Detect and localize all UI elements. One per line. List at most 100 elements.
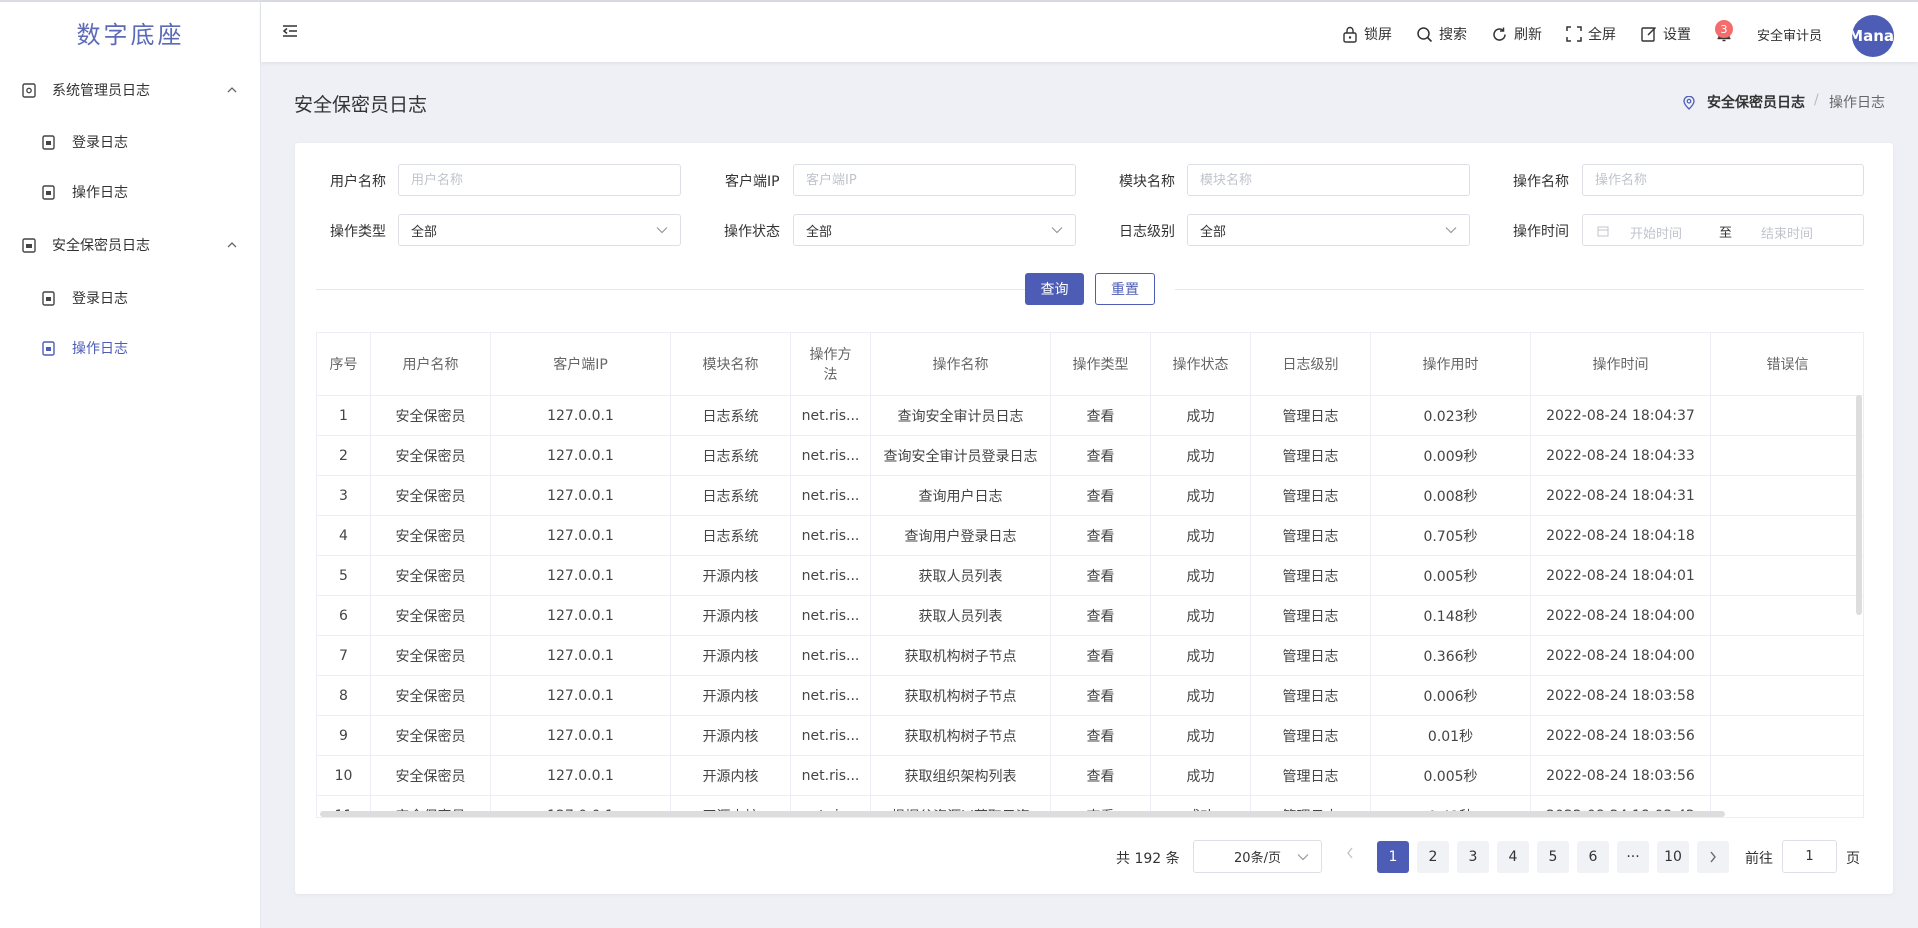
page-number-button[interactable]: 3 <box>1457 841 1489 873</box>
page-number-button[interactable]: 5 <box>1537 841 1569 873</box>
table-row[interactable]: 9 安全保密员 127.0.0.1 开源内核 net.ris... 获取机构树子节点 查看成… <box>317 716 1863 756</box>
collapse-menu-icon[interactable] <box>280 22 300 40</box>
refresh-button[interactable]: 刷新 <box>1491 0 1542 68</box>
search-button[interactable]: 搜索 <box>1416 0 1467 68</box>
page-ellipsis-button[interactable]: ··· <box>1617 841 1649 873</box>
page-size-select[interactable]: 20条/页 <box>1193 840 1322 873</box>
table-cell: 2022-08-24 18:03:56 <box>1531 756 1711 796</box>
sidebar-group-sysadmin-log[interactable]: 系统管理员日志 <box>0 65 261 115</box>
op-type-select[interactable]: 全部 <box>398 214 681 246</box>
lock-screen-button[interactable]: 锁屏 <box>1342 0 1392 68</box>
table-row[interactable]: 6 安全保密员 127.0.0.1 开源内核 net.ris... 获取人员列表 查看 成功管… <box>317 596 1863 636</box>
user-menu[interactable]: 安全审计员 <box>1757 0 1822 68</box>
breadcrumb-item[interactable]: 安全保密员日志 <box>1707 92 1805 112</box>
table-row[interactable]: 4 安全保密员 127.0.0.1 日志系统 net.ris... 查询用户登录日志 查看成… <box>317 516 1863 556</box>
table-row[interactable]: 8 安全保密员 127.0.0.1 开源内核 net.ris... 获取机构树子节点 查看成… <box>317 676 1863 716</box>
table-cell: 获取组织架构列表 <box>871 756 1051 796</box>
op-name-input[interactable] <box>1582 164 1864 196</box>
table-row[interactable]: 10 安全保密员 127.0.0.1 开源内核 net.ris... 获取组织架构列表 查看… <box>317 756 1863 796</box>
table-cell <box>1711 596 1863 636</box>
table-cell: 0.009秒 <box>1371 436 1531 476</box>
goto-page-input[interactable] <box>1782 840 1837 873</box>
end-time-placeholder[interactable]: 结束时间 <box>1761 223 1813 242</box>
table-cell: 日志系统 <box>671 396 791 436</box>
table-cell: 日志系统 <box>671 476 791 516</box>
page-number-button[interactable]: 4 <box>1497 841 1529 873</box>
sidebar-item-security-op-log[interactable]: 操作日志 <box>0 323 261 373</box>
client-ip-input[interactable] <box>793 164 1076 196</box>
prev-page-button[interactable] <box>1345 846 1355 864</box>
table-cell: net.ris... <box>791 476 871 516</box>
table-row[interactable]: 1 安全保密员 127.0.0.1 日志系统 net.ris... 查询安全审计员日志 查看… <box>317 396 1863 436</box>
table-cell: 查看 <box>1051 756 1151 796</box>
horizontal-scrollbar[interactable] <box>320 811 1725 817</box>
table-cell: 安全保密员 <box>371 556 491 596</box>
table-cell: 安全保密员 <box>371 396 491 436</box>
log-level-select[interactable]: 全部 <box>1187 214 1470 246</box>
table-cell: 安全保密员 <box>371 676 491 716</box>
table-cell: 查看 <box>1051 716 1151 756</box>
fullscreen-label: 全屏 <box>1588 27 1616 43</box>
table-cell: 2022-08-24 18:03:56 <box>1531 716 1711 756</box>
goto-label: 前往 <box>1745 851 1773 867</box>
table-cell: net.ris... <box>791 556 871 596</box>
sidebar-item-security-login-log[interactable]: 登录日志 <box>0 273 261 323</box>
column-header: 模块名称 <box>671 333 791 396</box>
column-header: 操作时间 <box>1531 333 1711 396</box>
table-cell: 日志系统 <box>671 436 791 476</box>
calendar-icon <box>1597 226 1609 237</box>
table-cell: 获取机构树子节点 <box>871 716 1051 756</box>
page-number-button[interactable]: 6 <box>1577 841 1609 873</box>
filter-op-type-label: 操作类型 <box>330 224 386 240</box>
table-cell: 成功 <box>1151 636 1251 676</box>
module-input[interactable] <box>1187 164 1470 196</box>
username-input[interactable] <box>398 164 681 196</box>
avatar[interactable]: tMana <box>1852 15 1894 57</box>
filter-op-time-label: 操作时间 <box>1513 224 1569 240</box>
filter-op-name-label: 操作名称 <box>1513 174 1569 190</box>
table-cell: 查询用户登录日志 <box>871 516 1051 556</box>
next-page-button[interactable] <box>1697 841 1729 873</box>
sidebar-item-sysadmin-login-log[interactable]: 登录日志 <box>0 117 261 167</box>
table-cell: 127.0.0.1 <box>491 756 671 796</box>
table-cell: 10 <box>317 756 371 796</box>
table-cell: 0.148秒 <box>1371 596 1531 636</box>
table-cell: 127.0.0.1 <box>491 396 671 436</box>
table-row[interactable]: 5 安全保密员 127.0.0.1 开源内核 net.ris... 获取人员列表 查看 成功管… <box>317 556 1863 596</box>
table-row[interactable]: 3 安全保密员 127.0.0.1 日志系统 net.ris... 查询用户日志 查看 成功管… <box>317 476 1863 516</box>
table-cell: 获取机构树子节点 <box>871 676 1051 716</box>
filter-client-ip-label: 客户端IP <box>725 174 780 190</box>
column-header: 日志级别 <box>1251 333 1371 396</box>
log-table: 序号 用户名称 客户端IP 模块名称 操作方法 操作名称 操作类型 操作状态 日志级别 操作用时操… <box>316 332 1864 818</box>
op-time-range-picker[interactable]: 开始时间 至 结束时间 <box>1582 214 1864 246</box>
sidebar-item-label: 登录日志 <box>72 135 128 151</box>
table-cell: 2022-08-24 18:04:00 <box>1531 596 1711 636</box>
sidebar-group-security-log[interactable]: 安全保密员日志 <box>0 220 261 270</box>
table-row[interactable]: 7 安全保密员 127.0.0.1 开源内核 net.ris... 获取机构树子节点 查看成… <box>317 636 1863 676</box>
page-number-button[interactable]: 2 <box>1417 841 1449 873</box>
column-header: 客户端IP <box>491 333 671 396</box>
vertical-scrollbar[interactable] <box>1856 395 1862 615</box>
select-value: 全部 <box>411 224 438 240</box>
table-row[interactable]: 2 安全保密员 127.0.0.1 日志系统 net.ris... 查询安全审计员登录日志… <box>317 436 1863 476</box>
log-group-icon <box>22 82 36 98</box>
query-button[interactable]: 查询 <box>1025 273 1084 305</box>
table-cell: 管理日志 <box>1251 436 1371 476</box>
table-cell: 4 <box>317 516 371 556</box>
table-cell: 开源内核 <box>671 716 791 756</box>
page-number-button[interactable]: 10 <box>1657 841 1689 873</box>
start-time-placeholder[interactable]: 开始时间 <box>1630 223 1682 242</box>
reset-button[interactable]: 重置 <box>1095 273 1155 305</box>
filter-module-label: 模块名称 <box>1119 174 1175 190</box>
table-cell: 127.0.0.1 <box>491 476 671 516</box>
table-cell: 0.705秒 <box>1371 516 1531 556</box>
settings-button[interactable]: 设置 <box>1641 0 1691 68</box>
table-cell: 查看 <box>1051 476 1151 516</box>
table-cell: 成功 <box>1151 716 1251 756</box>
table-cell: 0.005秒 <box>1371 756 1531 796</box>
sidebar-item-sysadmin-op-log[interactable]: 操作日志 <box>0 167 261 217</box>
fullscreen-button[interactable]: 全屏 <box>1566 0 1616 68</box>
page-number-button[interactable]: 1 <box>1377 841 1409 873</box>
op-status-select[interactable]: 全部 <box>793 214 1076 246</box>
table-cell: 管理日志 <box>1251 716 1371 756</box>
